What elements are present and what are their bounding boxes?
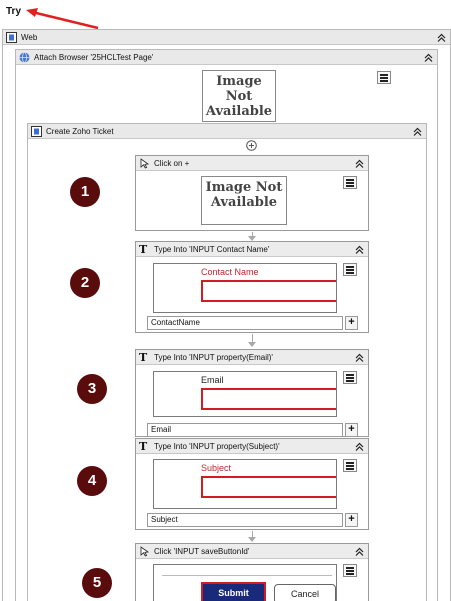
- cursor-icon: [140, 545, 150, 557]
- click-activity-card: Click 'INPUT saveButtonId' Submit Cancel: [135, 543, 369, 601]
- collapse-icon[interactable]: [436, 32, 447, 43]
- element-preview: Submit Cancel: [153, 564, 337, 601]
- hamburger-menu-icon[interactable]: [343, 263, 357, 276]
- type-into-icon: T: [139, 439, 148, 453]
- hamburger-menu-icon[interactable]: [343, 564, 357, 577]
- add-value-button[interactable]: +: [345, 316, 358, 330]
- type-into-activity-card: T Type Into 'INPUT property(Subject)' Su…: [135, 438, 369, 530]
- activity-label: Click 'INPUT saveButtonId': [154, 546, 250, 556]
- step-badge: 5: [82, 568, 112, 598]
- element-preview: Subject: [153, 459, 337, 509]
- collapse-icon[interactable]: [354, 546, 365, 557]
- step-badge: 2: [70, 268, 100, 298]
- step-badge: 1: [70, 177, 100, 207]
- text-value-input[interactable]: ContactName: [147, 316, 343, 330]
- preview-field-label: Email: [201, 375, 224, 385]
- preview-input-highlight: [201, 388, 336, 410]
- web-scope-header[interactable]: Web: [3, 30, 450, 45]
- type-into-activity-card: T Type Into 'INPUT Contact Name' Contact…: [135, 241, 369, 333]
- activity-label: Type Into 'INPUT property(Subject)': [154, 441, 280, 451]
- collapse-icon[interactable]: [423, 52, 434, 63]
- sequence-header[interactable]: Create Zoho Ticket: [28, 124, 426, 139]
- activity-header[interactable]: T Type Into 'INPUT property(Subject)': [136, 439, 368, 454]
- flow-arrow: [248, 537, 256, 542]
- element-preview: Email: [153, 371, 337, 417]
- activity-header[interactable]: Click 'INPUT saveButtonId': [136, 544, 368, 559]
- type-into-icon: T: [139, 350, 148, 364]
- hamburger-menu-icon[interactable]: [377, 71, 391, 84]
- activity-label: Click on +: [154, 158, 190, 168]
- activity-label: Type Into 'INPUT Contact Name': [154, 244, 270, 254]
- sequence-icon: [31, 125, 42, 137]
- image-not-available: Image Not Available: [201, 176, 287, 225]
- preview-divider: [162, 575, 332, 576]
- web-scope-label: Web: [21, 32, 38, 42]
- activity-header[interactable]: T Type Into 'INPUT property(Email)': [136, 350, 368, 365]
- activity-header[interactable]: T Type Into 'INPUT Contact Name': [136, 242, 368, 257]
- hamburger-menu-icon[interactable]: [343, 176, 357, 189]
- activity-header[interactable]: Click on +: [136, 156, 368, 171]
- cancel-button: Cancel: [274, 584, 336, 601]
- attach-browser-label: Attach Browser '25HCLTest Page': [34, 52, 154, 62]
- web-scope-icon: [6, 31, 17, 43]
- red-arrow-icon: [26, 8, 99, 30]
- preview-input-highlight: [201, 280, 336, 302]
- preview-input-highlight: [201, 476, 336, 498]
- text-value-input[interactable]: Email: [147, 423, 343, 437]
- image-not-available: Image Not Available: [202, 70, 276, 122]
- collapse-icon[interactable]: [354, 158, 365, 169]
- collapse-icon[interactable]: [354, 441, 365, 452]
- hamburger-menu-icon[interactable]: [343, 371, 357, 384]
- type-into-activity-card: T Type Into 'INPUT property(Email)' Emai…: [135, 349, 369, 437]
- step-badge: 4: [77, 466, 107, 496]
- preview-field-label: Contact Name: [201, 267, 259, 277]
- page-title: Try: [6, 6, 22, 17]
- submit-button: Submit: [201, 582, 266, 601]
- preview-field-label: Subject: [201, 463, 232, 473]
- step-badge: 3: [77, 374, 107, 404]
- attach-browser-header[interactable]: Attach Browser '25HCLTest Page': [16, 50, 437, 65]
- flow-arrow: [248, 342, 256, 347]
- text-value-input[interactable]: Subject: [147, 513, 343, 527]
- hamburger-menu-icon[interactable]: [343, 459, 357, 472]
- add-activity-icon[interactable]: [246, 140, 257, 151]
- element-preview: Contact Name: [153, 263, 337, 313]
- activity-label: Type Into 'INPUT property(Email)': [154, 352, 273, 362]
- type-into-icon: T: [139, 242, 148, 256]
- globe-icon: [19, 51, 30, 63]
- add-value-button[interactable]: +: [345, 513, 358, 527]
- click-activity-card: Click on + Image Not Available: [135, 155, 369, 231]
- collapse-icon[interactable]: [354, 352, 365, 363]
- sequence-label: Create Zoho Ticket: [46, 126, 114, 136]
- collapse-icon[interactable]: [412, 126, 423, 137]
- add-value-button[interactable]: +: [345, 423, 358, 437]
- collapse-icon[interactable]: [354, 244, 365, 255]
- cursor-icon: [140, 157, 150, 169]
